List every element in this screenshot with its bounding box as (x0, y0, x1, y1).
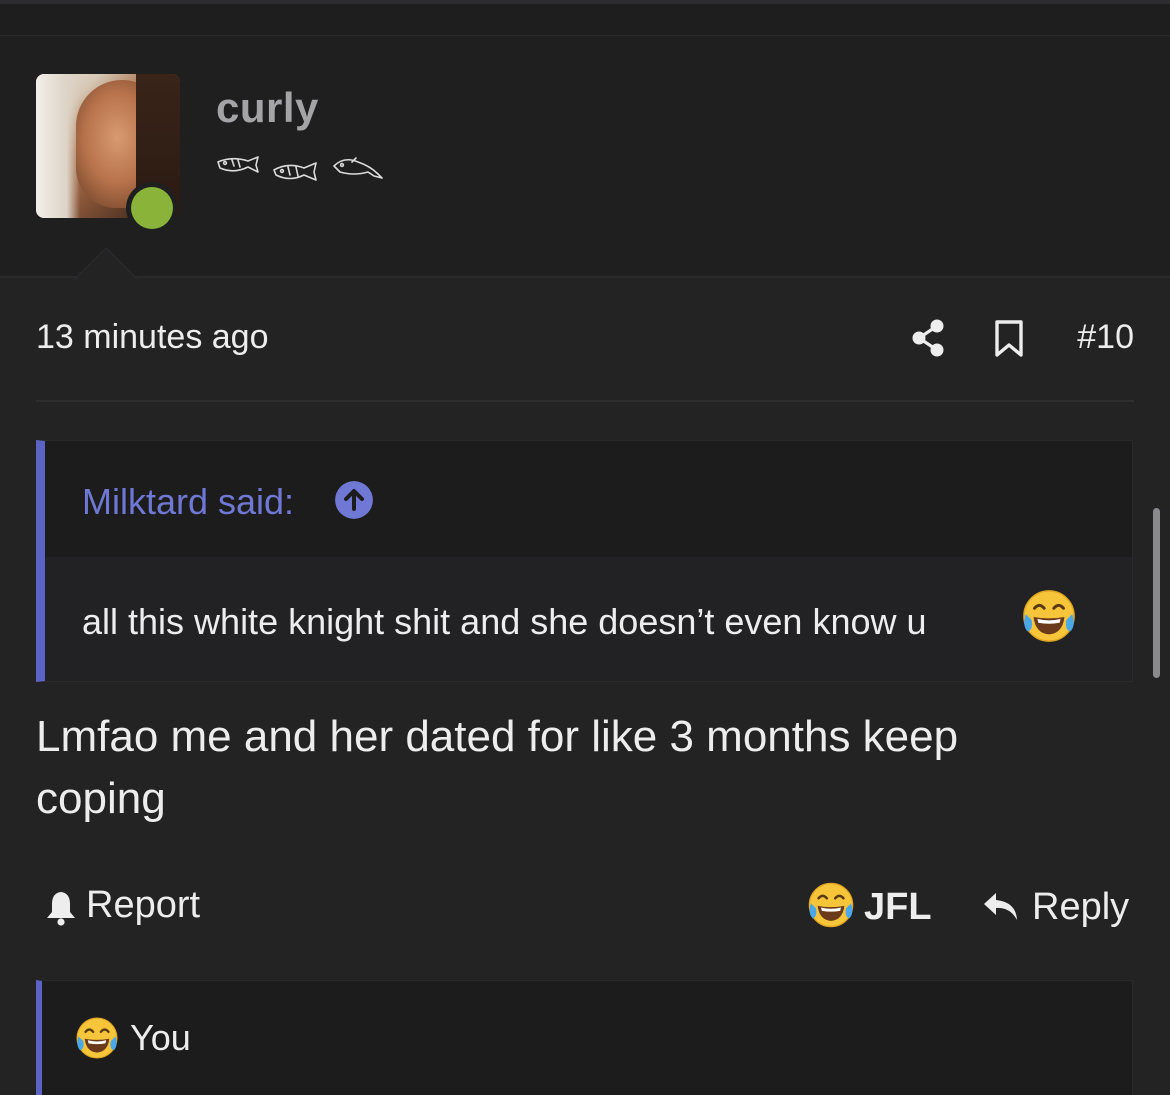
post-timestamp[interactable]: 13 minutes ago (36, 318, 269, 357)
fish-icon (217, 156, 259, 173)
joy-emoji-icon (808, 882, 854, 928)
scrollbar[interactable] (1153, 508, 1160, 678)
online-status-indicator (126, 182, 178, 234)
reply-label: Reply (1032, 886, 1130, 928)
meta-divider (36, 400, 1134, 402)
post-meta: 13 minutes ago #10 (36, 312, 1134, 368)
username[interactable]: curly (216, 84, 319, 132)
header-pointer (74, 247, 138, 279)
top-bar (0, 0, 1170, 36)
quote-author[interactable]: Milktard said: (82, 481, 294, 523)
share-icon[interactable] (910, 318, 946, 358)
joy-emoji-icon (76, 1017, 118, 1059)
fish-icon (273, 162, 317, 181)
fish-icon (333, 157, 383, 179)
reactions-summary-label: You (130, 1017, 191, 1058)
post-actions: Report JFL Reply (36, 878, 1134, 938)
quote-block: Milktard said: all this white knight shi… (36, 440, 1133, 682)
reply-arrow-icon (984, 893, 1017, 920)
joy-emoji-icon (1023, 590, 1075, 642)
online-dot-fill (131, 187, 173, 229)
reaction-label: JFL (864, 886, 932, 928)
avatar-background (36, 74, 80, 218)
post-number[interactable]: #10 (1077, 318, 1134, 357)
reply-button[interactable]: Reply (982, 880, 1134, 936)
quote-body: all this white knight shit and she doesn… (45, 557, 1132, 681)
arrow-up-icon[interactable] (335, 481, 373, 519)
report-label: Report (86, 884, 201, 926)
user-badge-fish-icons (217, 156, 383, 181)
reaction-button[interactable]: JFL (806, 880, 936, 936)
post-body: Lmfao me and her dated for like 3 months… (36, 712, 959, 823)
quote-header: Milktard said: (45, 441, 1132, 557)
reactions-summary[interactable]: You (36, 980, 1133, 1095)
bell-icon (47, 892, 75, 926)
quote-text: all this white knight shit and she doesn… (82, 601, 927, 642)
bookmark-icon[interactable] (994, 320, 1024, 358)
